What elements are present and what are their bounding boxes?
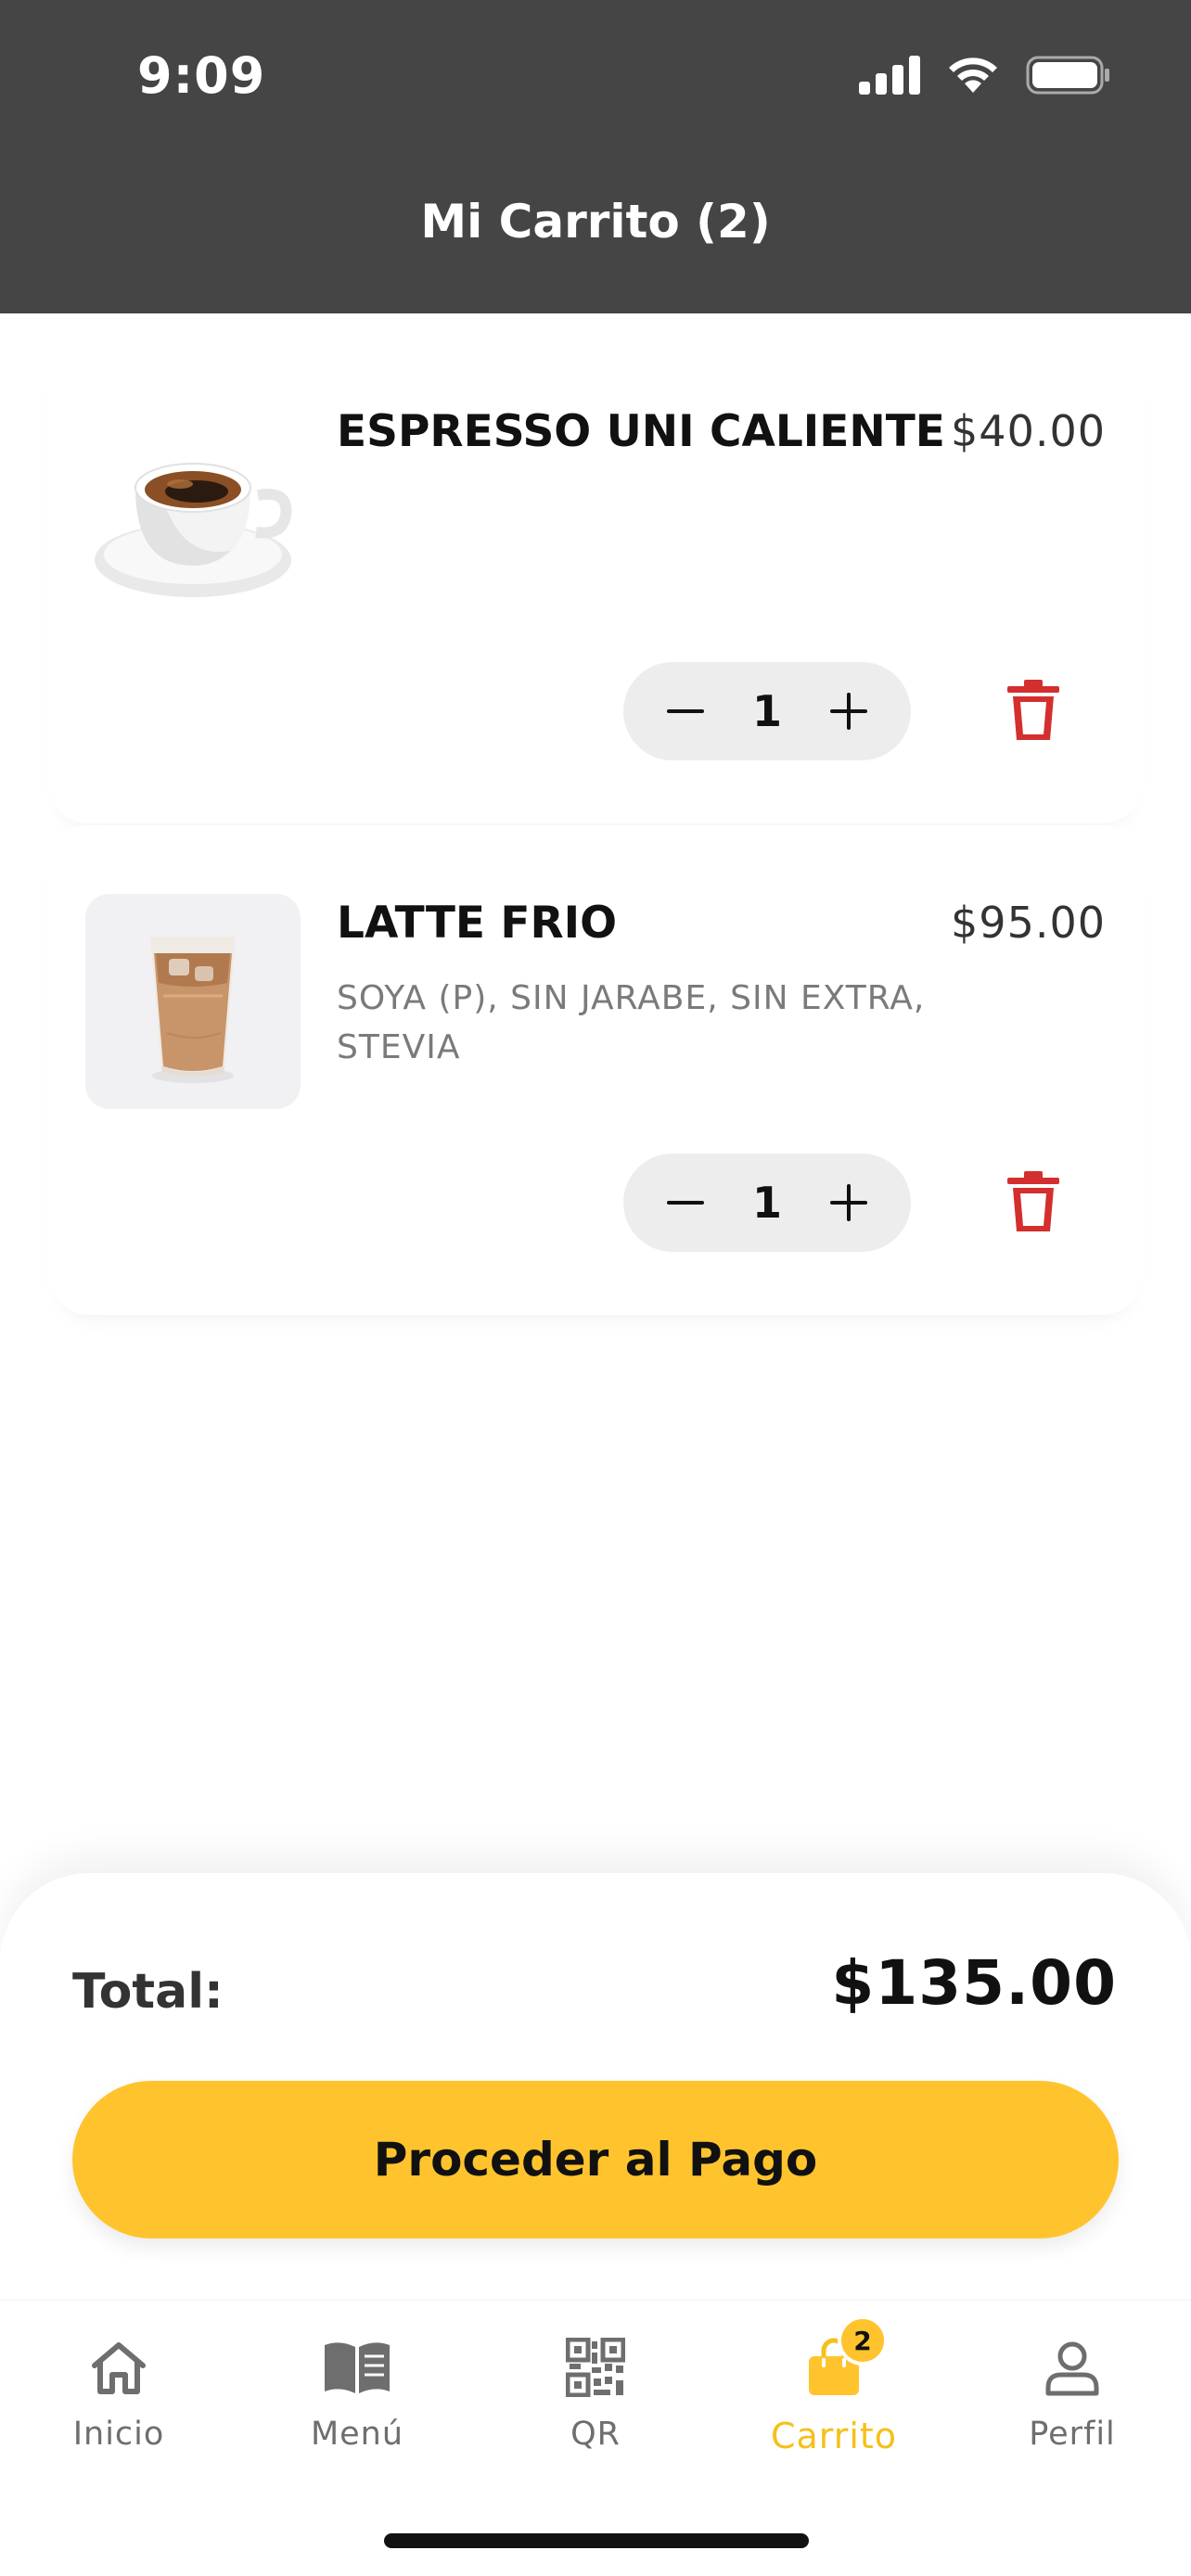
increase-quantity-button[interactable] xyxy=(809,1163,889,1243)
total-label: Total: xyxy=(72,1964,224,2020)
book-icon xyxy=(325,2342,390,2393)
trash-icon xyxy=(1007,1171,1059,1231)
minus-icon xyxy=(667,709,704,713)
nav-label: Menú xyxy=(310,2416,404,2453)
trash-icon xyxy=(1007,680,1059,740)
qr-code-icon xyxy=(566,2338,625,2397)
user-icon xyxy=(1045,2341,1099,2396)
cart-count-badge: 2 xyxy=(838,2315,888,2366)
home-indicator xyxy=(384,2533,809,2548)
home-icon xyxy=(92,2342,146,2394)
nav-item-perfil[interactable]: Perfil xyxy=(980,2328,1165,2468)
signal-icon xyxy=(859,56,920,95)
nav-item-qr[interactable]: QR xyxy=(503,2328,688,2468)
cart-item: LATTE FRIO $95.00 SOYA (P), SIN JARABE, … xyxy=(48,825,1143,1315)
plus-icon xyxy=(830,693,867,730)
nav-item-inicio[interactable]: Inicio xyxy=(26,2328,211,2468)
proceed-to-payment-button[interactable]: Proceder al Pago xyxy=(72,2081,1119,2238)
quantity-stepper: 1 xyxy=(623,1154,911,1252)
total-value: $135.00 xyxy=(831,1947,1117,2019)
app: 9:09 Mi Carrito (2) ESPRESSO UNI CALIENT… xyxy=(0,0,1191,2576)
order-summary: Total: $135.00 Proceder al Pago xyxy=(0,1873,1191,2300)
minus-icon xyxy=(667,1201,704,1205)
cart-item: ESPRESSO UNI CALIENTE $40.00 1 xyxy=(48,334,1143,823)
nav-item-carrito[interactable]: 2 Carrito xyxy=(741,2315,927,2468)
decrease-quantity-button[interactable] xyxy=(646,671,725,751)
increase-quantity-button[interactable] xyxy=(809,671,889,751)
nav-item-menu[interactable]: Menú xyxy=(264,2328,450,2468)
nav-label: Carrito xyxy=(770,2416,898,2456)
delete-item-button[interactable] xyxy=(1000,677,1067,744)
item-options: SOYA (P), SIN JARABE, SIN EXTRA, STEVIA xyxy=(337,979,926,1066)
item-price: $95.00 xyxy=(951,898,1106,948)
wifi-icon xyxy=(949,57,997,93)
latte-image xyxy=(85,894,301,1109)
nav-label: QR xyxy=(570,2416,621,2453)
header: 9:09 Mi Carrito (2) xyxy=(0,0,1191,313)
item-name: ESPRESSO UNI CALIENTE xyxy=(337,406,945,457)
status-time: 9:09 xyxy=(137,46,266,105)
status-icons xyxy=(859,56,1111,95)
battery-icon xyxy=(1026,56,1109,95)
quantity-value: 1 xyxy=(751,686,782,736)
delete-item-button[interactable] xyxy=(1000,1168,1067,1235)
decrease-quantity-button[interactable] xyxy=(646,1163,725,1243)
nav-label: Perfil xyxy=(1029,2416,1116,2453)
plus-icon xyxy=(830,1184,867,1221)
nav-label: Inicio xyxy=(72,2416,165,2453)
espresso-image xyxy=(85,402,301,618)
quantity-value: 1 xyxy=(751,1178,782,1228)
quantity-stepper: 1 xyxy=(623,662,911,760)
item-price: $40.00 xyxy=(951,406,1106,456)
item-name: LATTE FRIO xyxy=(337,898,618,949)
page-title: Mi Carrito (2) xyxy=(420,195,771,249)
